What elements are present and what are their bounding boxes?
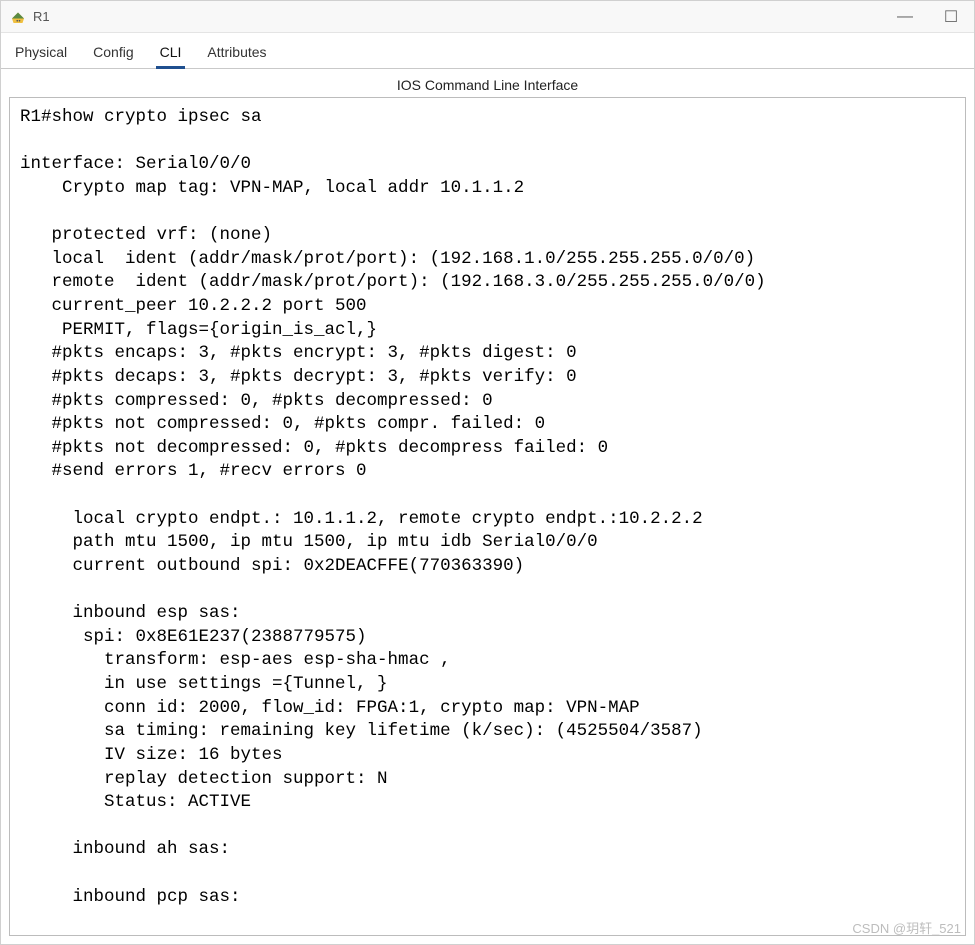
tab-physical[interactable]: Physical <box>11 36 71 69</box>
maximize-button[interactable]: ☐ <box>928 1 974 33</box>
window-title: R1 <box>33 9 50 24</box>
tab-attributes[interactable]: Attributes <box>203 36 270 69</box>
app-window: R1 — ☐ Physical Config CLI Attributes IO… <box>0 0 975 945</box>
terminal-wrap: R1#show crypto ipsec sa interface: Seria… <box>1 97 974 944</box>
tab-config[interactable]: Config <box>89 36 137 69</box>
titlebar: R1 — ☐ <box>1 1 974 33</box>
tab-cli[interactable]: CLI <box>156 36 186 69</box>
minimize-button[interactable]: — <box>882 1 928 33</box>
tab-strip: Physical Config CLI Attributes <box>1 33 974 69</box>
router-icon <box>9 8 27 26</box>
cli-terminal[interactable]: R1#show crypto ipsec sa interface: Seria… <box>9 97 966 936</box>
panel-title: IOS Command Line Interface <box>1 69 974 97</box>
window-controls: — ☐ <box>882 1 974 32</box>
